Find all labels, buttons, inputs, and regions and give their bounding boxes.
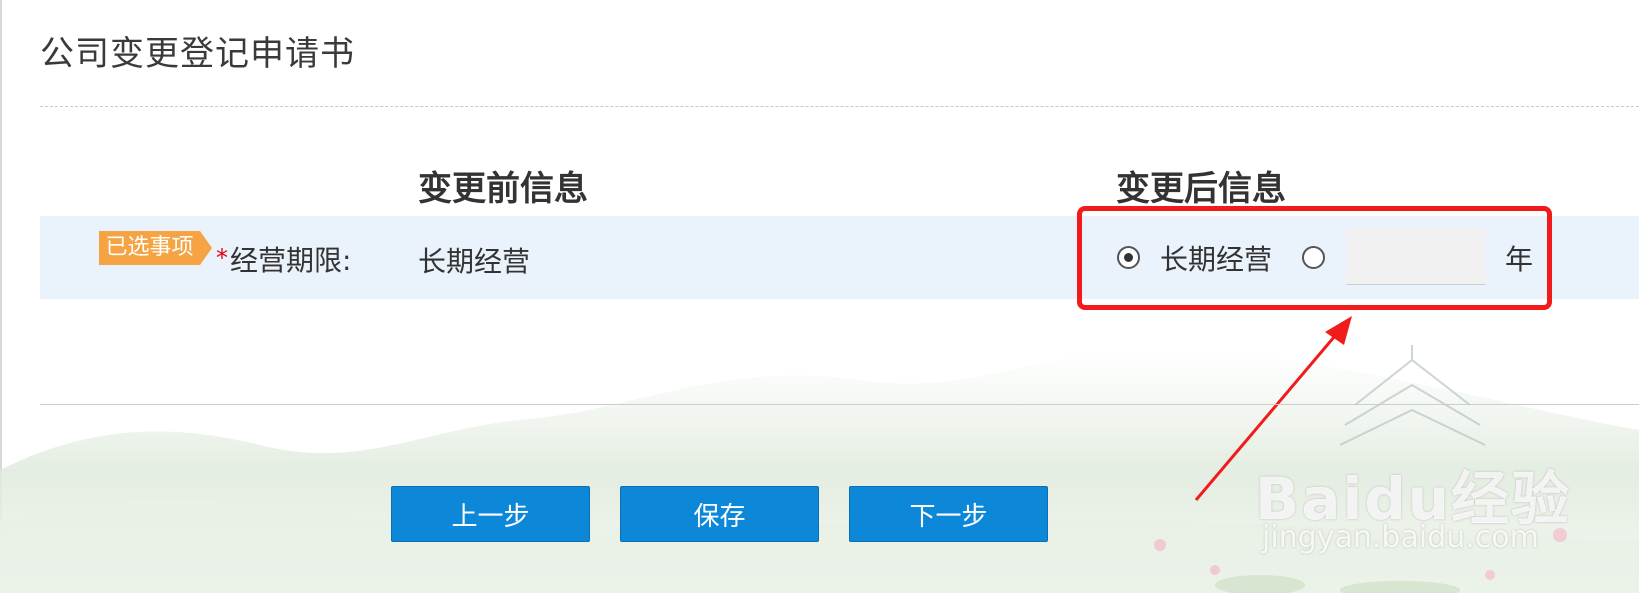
field-label-business-term: 经营期限: — [230, 244, 352, 277]
required-asterisk: * — [216, 244, 228, 272]
column-header-after: 变更后信息 — [1116, 169, 1286, 209]
form-divider — [40, 404, 1639, 405]
frame-border — [0, 0, 2, 593]
title-divider — [40, 106, 1639, 107]
annotation-highlight-box — [1077, 206, 1552, 310]
before-value: 长期经营 — [418, 245, 531, 278]
column-header-before: 变更前信息 — [418, 169, 588, 209]
selected-item-tag: 已选事项 — [99, 231, 212, 265]
baidu-watermark-url: jingyan.baidu.com — [1262, 520, 1539, 555]
next-step-button[interactable]: 下一步 — [849, 486, 1048, 542]
prev-step-button[interactable]: 上一步 — [391, 486, 590, 542]
save-button[interactable]: 保存 — [620, 486, 819, 542]
page-title: 公司变更登记申请书 — [40, 34, 355, 74]
